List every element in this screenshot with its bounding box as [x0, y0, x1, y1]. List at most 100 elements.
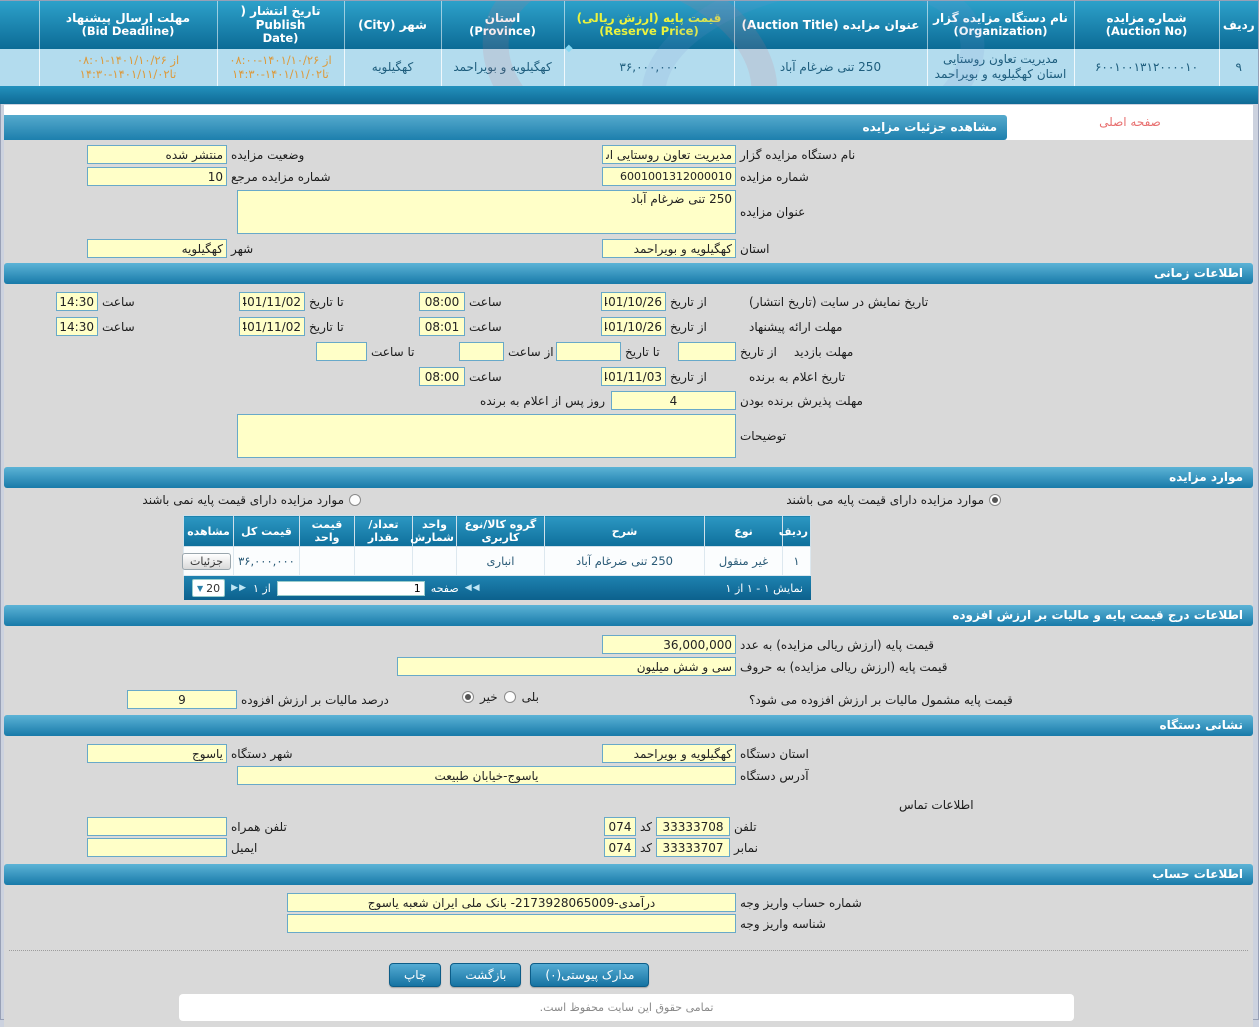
pagination-next-icons[interactable]: ▶▶	[231, 583, 247, 593]
display-to-hour-input[interactable]	[56, 292, 98, 311]
fax-field: نمابر کد	[604, 838, 758, 857]
item-col-unit: واحد شمارش	[413, 516, 457, 547]
offer-from-date-input[interactable]	[601, 317, 666, 336]
city-input[interactable]	[87, 239, 227, 258]
display-to-date-input[interactable]	[239, 292, 305, 311]
visit-deadline-label: مهلت بازدید	[794, 342, 853, 362]
col-row-header[interactable]: ردیف	[1219, 1, 1258, 49]
phone-input[interactable]	[656, 817, 730, 836]
fax-code-input[interactable]	[604, 838, 636, 857]
org-city-input[interactable]	[87, 744, 227, 763]
offer-to-hour-input[interactable]	[56, 317, 98, 336]
items-pagination: نمایش ۱ - ۱ از ۱ ◀◀ صفحه از ۱ ▶▶ 20▼	[184, 576, 811, 600]
from-hour-label: از ساعت	[508, 345, 554, 359]
org-province-input[interactable]	[602, 744, 736, 763]
description-textarea[interactable]	[237, 414, 736, 458]
org-name-input[interactable]	[602, 145, 736, 164]
attachments-button[interactable]: مدارک پیوستی(۰)	[530, 963, 649, 987]
accept-deadline-suffix: روز پس از اعلام به برنده	[480, 391, 605, 411]
base-price-number-input[interactable]	[602, 635, 736, 654]
email-input[interactable]	[87, 838, 227, 857]
offer-from-hour-input[interactable]	[419, 317, 465, 336]
mobile-label: تلفن همراه	[231, 820, 287, 834]
winner-hour-input[interactable]	[419, 367, 465, 386]
back-button[interactable]: بازگشت	[450, 963, 521, 987]
bid-deadline-cell: از ۱۴۰۱/۱۰/۲۶-۰۸:۰۱تا۱۴۰۱/۱۱/۰۲-۱۴:۳۰	[39, 49, 217, 86]
col-organization-header[interactable]: نام دستگاه مزایده گزار(Organization)	[927, 1, 1074, 49]
radio-selected-icon[interactable]	[989, 494, 1001, 506]
pagination-of: از ۱	[253, 582, 271, 595]
city-label: شهر	[231, 242, 253, 256]
city-cell: کهگیلویه	[344, 49, 441, 86]
radio-unselected-icon[interactable]	[349, 494, 361, 506]
col-publish-date-header[interactable]: تاریخ انتشار ( Publish(Date	[217, 1, 344, 49]
title-textarea[interactable]: 250 تنی ضرغام آباد	[237, 190, 736, 234]
hour-label: ساعت	[469, 370, 502, 384]
radio-has-base-price[interactable]: موارد مزایده دارای قیمت پایه می باشند	[786, 493, 1001, 507]
section-timing-header: اطلاعات زمانی	[4, 263, 1253, 284]
to-hour-label: تا ساعت	[371, 345, 414, 359]
contact-info-label: اطلاعات تماس	[899, 795, 974, 815]
fax-input[interactable]	[656, 838, 730, 857]
ref-no-input[interactable]	[87, 167, 227, 186]
description-label: توضیحات	[740, 429, 786, 443]
title-label: عنوان مزایده	[740, 205, 805, 219]
org-address-label: آدرس دستگاه	[740, 769, 809, 783]
base-price-number-label: قیمت پایه (ارزش ریالی مزایده) به عدد	[740, 638, 934, 652]
visit-from-date-input[interactable]	[678, 342, 736, 361]
print-button[interactable]: چاپ	[389, 963, 441, 987]
from-date-label: از تاریخ	[670, 370, 707, 384]
display-from-hour-input[interactable]	[419, 292, 465, 311]
vat-percent-input[interactable]	[127, 690, 237, 709]
vat-no-label: خیر	[480, 690, 498, 704]
pagination-prev-icons[interactable]: ◀◀	[465, 583, 481, 593]
page-title: مشاهده جزئیات مزایده	[4, 115, 1007, 140]
publish-date-cell: از ۱۴۰۱/۱۰/۲۶-۰۸:۰۰تا۱۴۰۱/۱۱/۰۲-۱۴:۳۰	[217, 49, 344, 86]
visit-to-date-input[interactable]	[556, 342, 621, 361]
phone-code-input[interactable]	[604, 817, 636, 836]
visit-from-hour-input[interactable]	[459, 342, 504, 361]
title-cell: 250 تنی ضرغام آباد	[734, 49, 927, 86]
mobile-input[interactable]	[87, 817, 227, 836]
item-col-qty: تعداد/مقدار	[355, 516, 413, 547]
hour-label: ساعت	[469, 295, 502, 309]
org-name-label: نام دستگاه مزایده گزار	[740, 148, 855, 162]
auction-no-field: شماره مزایده	[602, 167, 809, 186]
org-address-input[interactable]	[237, 766, 736, 785]
vat-no-radio[interactable]	[462, 691, 474, 703]
offer-to-date-input[interactable]	[239, 317, 305, 336]
auction-no-input[interactable]	[602, 167, 736, 186]
vat-question-label: قیمت پایه مشمول مالیات بر ارزش افزوده می…	[749, 690, 1013, 710]
base-price-words-input[interactable]	[397, 657, 736, 676]
visit-to-hour-input[interactable]	[316, 342, 367, 361]
vat-yes-radio[interactable]	[504, 691, 516, 703]
vat-percent-label: درصد مالیات بر ارزش افزوده	[241, 693, 389, 707]
col-province-header[interactable]: استان(Province)	[441, 1, 564, 49]
col-reserve-price-header[interactable]: قیمت پایه (ارزش ریالی)(Reserve Price)	[564, 1, 734, 49]
account-no-input[interactable]	[287, 893, 736, 912]
winner-date-input[interactable]	[601, 367, 666, 386]
deposit-id-input[interactable]	[287, 914, 736, 933]
status-input[interactable]	[87, 145, 227, 164]
page-size-select[interactable]: 20▼	[192, 579, 225, 597]
province-input[interactable]	[602, 239, 736, 258]
pagination-page-input[interactable]	[277, 581, 425, 596]
col-title-header[interactable]: عنوان مزایده (Auction Title)	[734, 1, 927, 49]
accept-deadline-input[interactable]	[611, 391, 736, 410]
col-auction-no-header[interactable]: شماره مزایده(Auction No)	[1074, 1, 1219, 49]
fax-code-label: کد	[640, 841, 652, 855]
col-city-header[interactable]: شهر (City)	[344, 1, 441, 49]
tab-home[interactable]: صفحه اصلی	[1007, 105, 1253, 140]
org-city-label: شهر دستگاه	[231, 747, 293, 761]
item-col-unit-price: قیمت واحد	[300, 516, 355, 547]
org-city-field: شهر دستگاه	[87, 744, 293, 763]
display-from-date-input[interactable]	[601, 292, 666, 311]
accept-deadline-label: مهلت پذیرش برنده بودن	[740, 394, 863, 408]
item-col-type: نوع	[705, 516, 783, 547]
radio-no-base-price[interactable]: موارد مزایده دارای قیمت پایه نمی باشند	[142, 493, 361, 507]
auction-results-table: ردیف شماره مزایده(Auction No) نام دستگاه…	[0, 1, 1258, 86]
col-bid-deadline-header[interactable]: مهلت ارسال پیشنهاد(Bid Deadline)	[39, 1, 217, 49]
org-province-field: استان دستگاه	[602, 744, 809, 763]
item-details-button[interactable]: جزئیات	[182, 553, 231, 570]
col-empty-header	[0, 1, 39, 49]
